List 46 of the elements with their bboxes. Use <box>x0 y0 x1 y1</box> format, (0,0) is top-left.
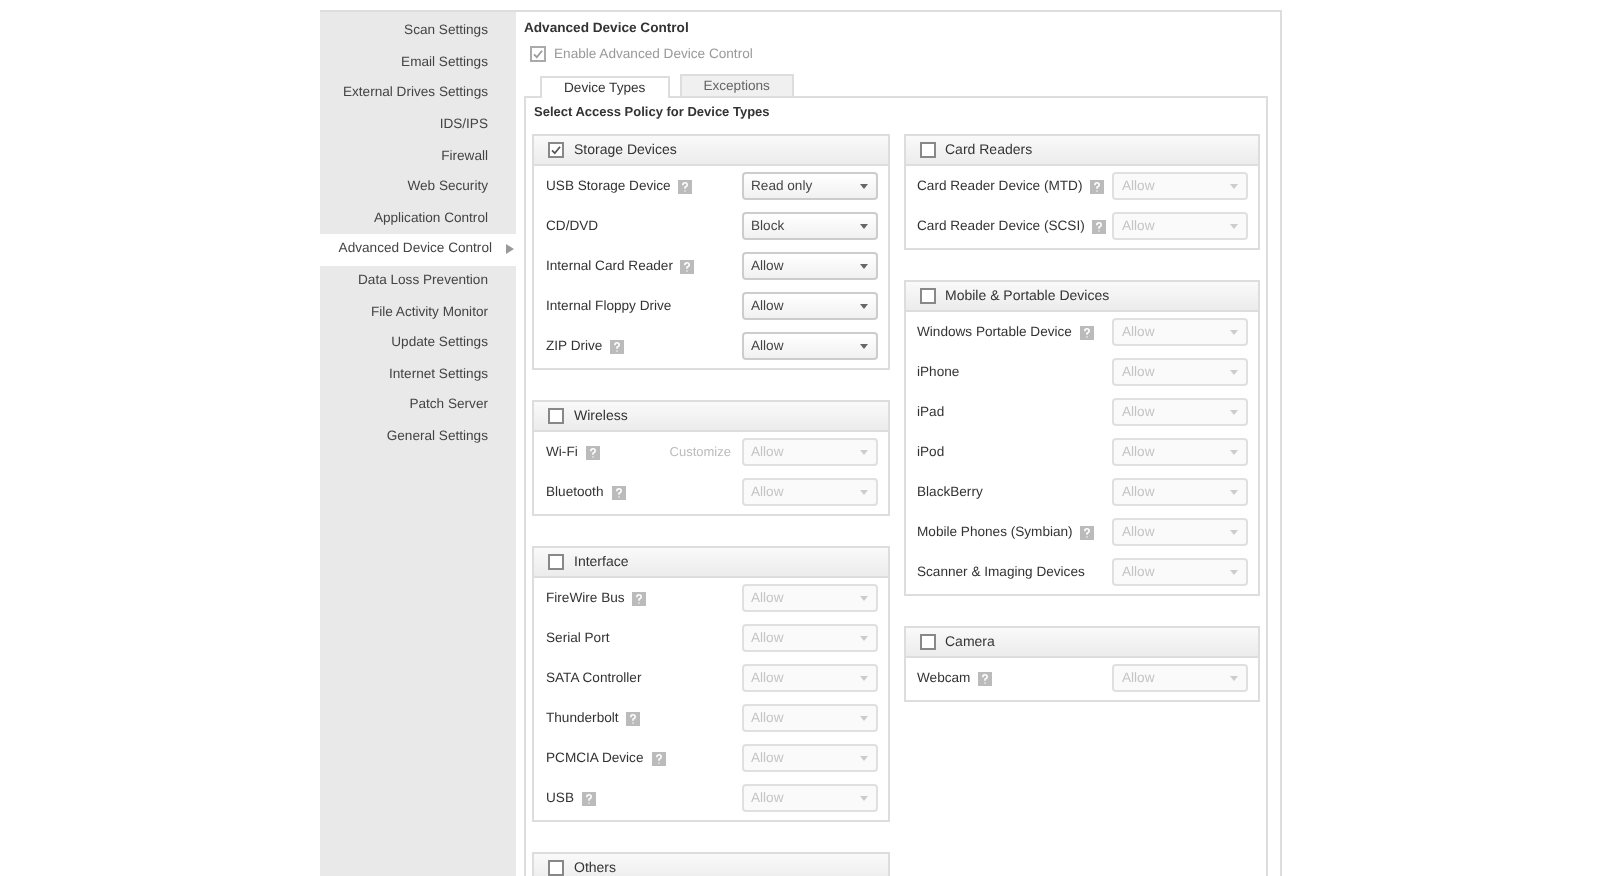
caret-icon <box>1230 409 1238 415</box>
caret-icon <box>1230 569 1238 575</box>
caret-icon <box>859 303 867 309</box>
help-icon[interactable] <box>1090 179 1105 193</box>
help-icon[interactable] <box>585 445 600 459</box>
caret-icon <box>1230 489 1238 495</box>
caret-icon <box>859 595 867 601</box>
caret-icon <box>859 489 867 495</box>
help-icon[interactable] <box>610 339 625 353</box>
caret-icon <box>859 223 867 229</box>
help-icon[interactable] <box>626 711 641 725</box>
checkbox[interactable] <box>530 46 546 62</box>
caret-icon <box>859 183 867 189</box>
caret-icon <box>1230 223 1238 229</box>
help-icon[interactable] <box>1092 219 1107 233</box>
checkbox[interactable] <box>548 408 564 424</box>
caret-icon <box>1230 675 1238 681</box>
caret-icon <box>1230 529 1238 535</box>
caret-icon <box>506 244 514 255</box>
caret-icon <box>1230 369 1238 375</box>
caret-icon <box>1230 183 1238 189</box>
caret-icon <box>859 755 867 761</box>
help-icon[interactable] <box>651 751 666 765</box>
checkbox[interactable] <box>548 554 564 570</box>
help-icon[interactable] <box>678 179 693 193</box>
help-icon[interactable] <box>1080 525 1095 539</box>
caret-icon <box>859 343 867 349</box>
checkbox[interactable] <box>919 142 935 158</box>
help-icon[interactable] <box>581 791 596 805</box>
caret-icon <box>859 795 867 801</box>
caret-icon <box>859 263 867 269</box>
help-icon[interactable] <box>680 259 695 273</box>
help-icon[interactable] <box>611 485 626 499</box>
help-icon[interactable] <box>632 591 647 605</box>
caret-icon <box>859 635 867 641</box>
checkbox[interactable] <box>919 634 935 650</box>
checkbox[interactable] <box>548 142 564 158</box>
help-icon[interactable] <box>978 671 993 685</box>
caret-icon <box>859 449 867 455</box>
caret-icon <box>859 715 867 721</box>
caret-icon <box>859 675 867 681</box>
caret-icon <box>1230 329 1238 335</box>
caret-icon <box>1230 449 1238 455</box>
help-icon[interactable] <box>1079 325 1094 339</box>
checkbox[interactable] <box>548 860 564 876</box>
checkbox[interactable] <box>919 288 935 304</box>
